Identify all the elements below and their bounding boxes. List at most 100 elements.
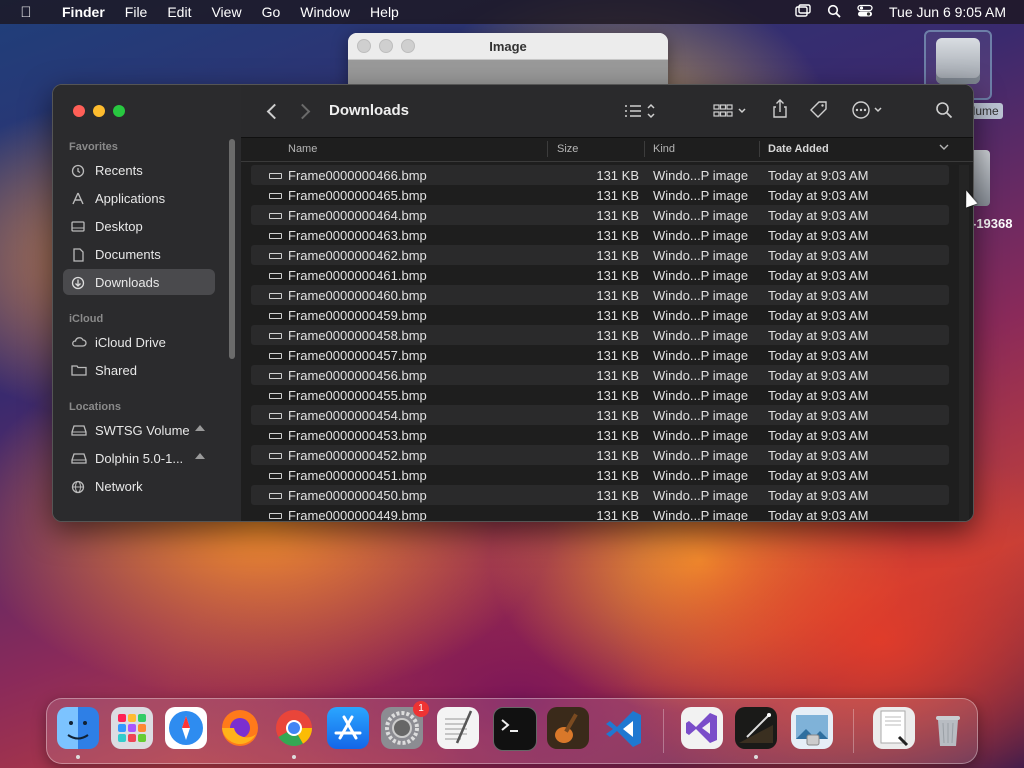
spotlight-search-icon[interactable] bbox=[827, 4, 841, 21]
menu-edit[interactable]: Edit bbox=[157, 4, 201, 20]
image-window-titlebar[interactable]: Image bbox=[348, 33, 668, 60]
file-name: Frame0000000466.bmp bbox=[288, 168, 427, 183]
menu-window[interactable]: Window bbox=[290, 4, 360, 20]
file-size: 131 KB bbox=[596, 228, 639, 243]
file-row[interactable]: Frame0000000465.bmp 131 KB Windo...P image… bbox=[251, 185, 949, 205]
gimp-icon[interactable] bbox=[735, 707, 777, 759]
apple-menu-icon[interactable]:  bbox=[0, 4, 52, 21]
launchpad-icon[interactable] bbox=[111, 707, 153, 749]
file-row[interactable]: Frame0000000456.bmp 131 KB Windo...P image… bbox=[251, 365, 949, 385]
file-row[interactable]: Frame0000000459.bmp 131 KB Windo...P image… bbox=[251, 305, 949, 325]
file-row[interactable]: Frame0000000463.bmp 131 KB Windo...P image… bbox=[251, 225, 949, 245]
file-list-scrollbar[interactable] bbox=[959, 165, 969, 521]
system-settings-icon[interactable]: 1 bbox=[381, 701, 429, 749]
finder-window[interactable]: Favorites Recents Applications Desktop D… bbox=[52, 84, 974, 522]
forward-chevron-icon[interactable] bbox=[294, 103, 311, 120]
file-name: Frame0000000451.bmp bbox=[288, 468, 427, 483]
file-row[interactable]: Frame0000000451.bmp 131 KB Windo...P image… bbox=[251, 465, 949, 485]
file-size: 131 KB bbox=[596, 408, 639, 423]
back-chevron-icon[interactable] bbox=[266, 103, 283, 120]
sidebar-item-downloads[interactable]: Downloads bbox=[63, 269, 215, 295]
group-by-icon[interactable] bbox=[713, 102, 749, 123]
desktop-item-label[interactable]: -19368 bbox=[972, 216, 1012, 231]
file-row[interactable]: Frame0000000462.bmp 131 KB Windo...P image… bbox=[251, 245, 949, 265]
textedit-icon[interactable] bbox=[437, 707, 479, 749]
file-icon bbox=[269, 433, 282, 439]
sidebar-item-icloud-drive[interactable]: iCloud Drive bbox=[63, 329, 215, 355]
app-menu[interactable]: Finder bbox=[52, 4, 115, 20]
preview-icon[interactable] bbox=[791, 707, 833, 749]
column-date-added[interactable]: Date Added bbox=[768, 143, 829, 155]
file-icon bbox=[269, 373, 282, 379]
screen-mirroring-icon[interactable] bbox=[795, 3, 811, 21]
vscode-icon[interactable] bbox=[603, 707, 645, 749]
sidebar-item-dolphin[interactable]: Dolphin 5.0-1... bbox=[63, 445, 215, 471]
file-kind: Windo...P image bbox=[653, 468, 749, 483]
menu-view[interactable]: View bbox=[201, 4, 251, 20]
file-date-added: Today at 9:03 AM bbox=[768, 248, 869, 263]
file-row[interactable]: Frame0000000464.bmp 131 KB Windo...P image… bbox=[251, 205, 949, 225]
visual-studio-icon[interactable] bbox=[681, 707, 723, 749]
file-icon bbox=[269, 293, 282, 299]
finder-icon[interactable] bbox=[57, 707, 99, 759]
downloads-stack-icon[interactable] bbox=[873, 707, 915, 749]
column-header: Name Size Kind Date Added bbox=[241, 137, 973, 162]
share-icon[interactable] bbox=[771, 99, 789, 122]
garageband-icon[interactable] bbox=[547, 707, 589, 749]
column-size[interactable]: Size bbox=[557, 143, 578, 155]
sidebar-scrollbar[interactable] bbox=[229, 139, 235, 359]
sidebar-item-network[interactable]: Network bbox=[63, 473, 215, 499]
file-row[interactable]: Frame0000000454.bmp 131 KB Windo...P image… bbox=[251, 405, 949, 425]
file-row[interactable]: Frame0000000452.bmp 131 KB Windo...P image… bbox=[251, 445, 949, 465]
file-date-added: Today at 9:03 AM bbox=[768, 468, 869, 483]
list-view-icon[interactable] bbox=[625, 102, 661, 123]
file-kind: Windo...P image bbox=[653, 408, 749, 423]
search-icon[interactable] bbox=[935, 101, 953, 122]
sidebar-item-shared[interactable]: Shared bbox=[63, 357, 215, 383]
globe-icon bbox=[71, 480, 85, 494]
file-row[interactable]: Frame0000000453.bmp 131 KB Windo...P image… bbox=[251, 425, 949, 445]
close-button[interactable] bbox=[73, 105, 85, 117]
file-row[interactable]: Frame0000000460.bmp 131 KB Windo...P image… bbox=[251, 285, 949, 305]
file-name: Frame0000000450.bmp bbox=[288, 488, 427, 503]
menu-go[interactable]: Go bbox=[252, 4, 291, 20]
file-row[interactable]: Frame0000000457.bmp 131 KB Windo...P image… bbox=[251, 345, 949, 365]
menu-help[interactable]: Help bbox=[360, 4, 409, 20]
file-icon bbox=[269, 513, 282, 519]
chrome-icon[interactable] bbox=[273, 707, 315, 759]
minimize-button[interactable] bbox=[93, 105, 105, 117]
sidebar-item-recents[interactable]: Recents bbox=[63, 157, 215, 183]
sidebar-item-desktop[interactable]: Desktop bbox=[63, 213, 215, 239]
sidebar-item-applications[interactable]: Applications bbox=[63, 185, 215, 211]
menu-bar-clock[interactable]: Tue Jun 6 9:05 AM bbox=[889, 4, 1006, 20]
safari-icon[interactable] bbox=[165, 707, 207, 749]
file-row[interactable]: Frame0000000466.bmp 131 KB Windo...P image… bbox=[251, 165, 949, 185]
column-name[interactable]: Name bbox=[288, 143, 317, 155]
sidebar-item-swtsg-volume[interactable]: SWTSG Volume bbox=[63, 417, 215, 443]
eject-icon[interactable] bbox=[195, 425, 205, 431]
control-center-icon[interactable] bbox=[857, 4, 873, 21]
app-store-icon[interactable] bbox=[327, 707, 369, 749]
file-name: Frame0000000460.bmp bbox=[288, 288, 427, 303]
more-actions-icon[interactable] bbox=[851, 100, 887, 123]
sidebar-item-documents[interactable]: Documents bbox=[63, 241, 215, 267]
trash-icon[interactable] bbox=[927, 707, 969, 749]
favorites-header: Favorites bbox=[69, 141, 118, 153]
menu-file[interactable]: File bbox=[115, 4, 158, 20]
file-kind: Windo...P image bbox=[653, 388, 749, 403]
file-row[interactable]: Frame0000000461.bmp 131 KB Windo...P image… bbox=[251, 265, 949, 285]
file-row[interactable]: Frame0000000458.bmp 131 KB Windo...P image… bbox=[251, 325, 949, 345]
sidebar-item-label: Documents bbox=[95, 246, 161, 262]
file-row[interactable]: Frame0000000449.bmp 131 KB Windo...P image… bbox=[251, 505, 949, 521]
file-icon bbox=[269, 193, 282, 199]
sort-chevron-icon[interactable] bbox=[939, 142, 949, 155]
file-row[interactable]: Frame0000000450.bmp 131 KB Windo...P image… bbox=[251, 485, 949, 505]
terminal-icon[interactable] bbox=[493, 707, 537, 751]
drive-icon bbox=[71, 452, 87, 464]
firefox-icon[interactable] bbox=[219, 707, 261, 749]
file-row[interactable]: Frame0000000455.bmp 131 KB Windo...P image… bbox=[251, 385, 949, 405]
zoom-button[interactable] bbox=[113, 105, 125, 117]
eject-icon[interactable] bbox=[195, 453, 205, 459]
column-kind[interactable]: Kind bbox=[653, 143, 675, 155]
tag-icon[interactable] bbox=[809, 100, 829, 123]
